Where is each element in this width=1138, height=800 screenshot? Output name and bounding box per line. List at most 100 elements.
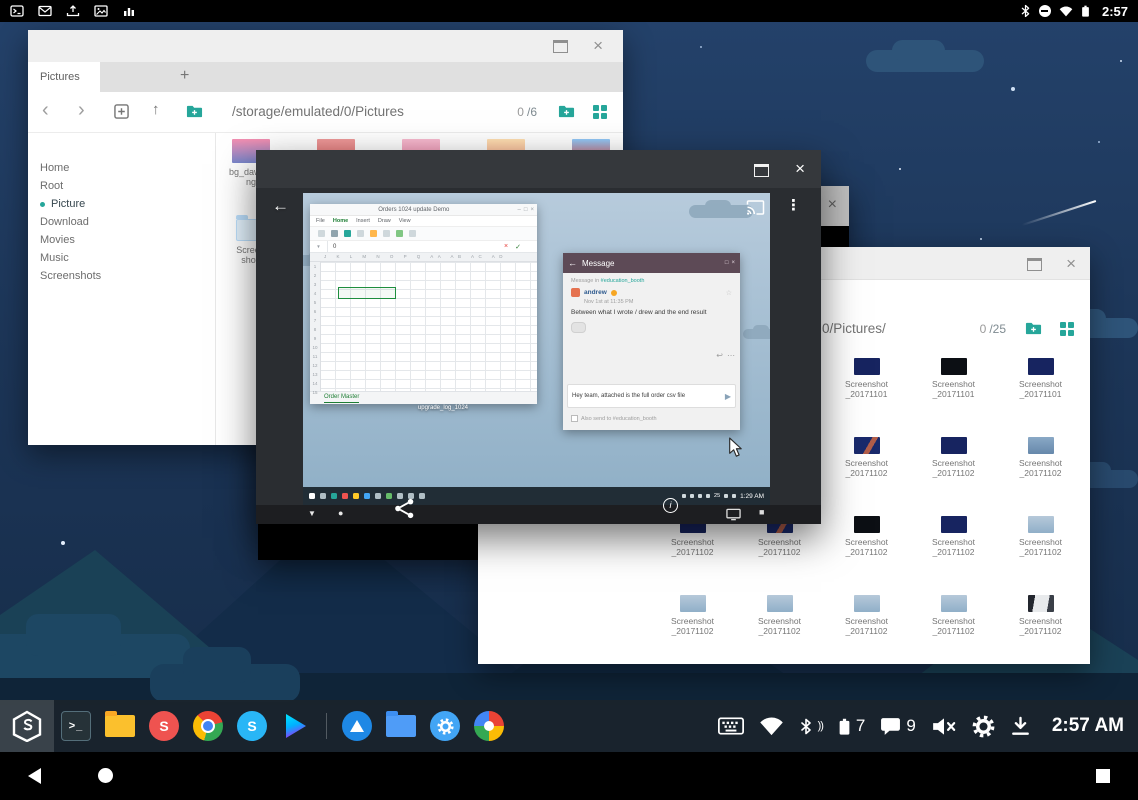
sidebar-item[interactable]: Root xyxy=(28,177,214,195)
file-thumbnail xyxy=(854,516,880,533)
menu-item[interactable]: Home xyxy=(333,218,348,224)
menu-item[interactable]: Draw xyxy=(378,218,391,224)
desktop: × × Pictures + ‹ › ↑ /storage/emulated/0… xyxy=(0,0,1138,800)
file-item-screenshot[interactable]: Screenshot _20171101 xyxy=(823,350,910,429)
battery-icon xyxy=(1081,4,1090,18)
grid-view-icon[interactable] xyxy=(1060,322,1074,336)
taskbar-clock[interactable]: 2:57 AM xyxy=(1052,715,1124,737)
file-item-screenshot[interactable]: Screenshot _20171101 xyxy=(910,350,997,429)
back-button[interactable]: ‹ xyxy=(42,99,49,122)
menu-item[interactable]: File xyxy=(316,218,325,224)
reaction-chip xyxy=(571,322,586,333)
file-item-screenshot[interactable]: Screenshot _20171102 xyxy=(997,587,1084,666)
close-button[interactable]: × xyxy=(828,196,837,214)
add-bookmark-icon[interactable] xyxy=(114,104,129,119)
file-item-screenshot[interactable]: Screenshot _20171102 xyxy=(997,429,1084,508)
app-red-circle[interactable]: S xyxy=(142,700,186,752)
path-display[interactable]: /storage/emulated/0/Pictures xyxy=(232,104,404,119)
tab-pictures[interactable]: Pictures xyxy=(28,62,100,92)
gear-icon[interactable] xyxy=(972,715,995,738)
new-folder-icon[interactable] xyxy=(558,104,575,119)
window-titlebar[interactable]: × xyxy=(28,30,623,63)
app-files-blue[interactable] xyxy=(379,700,423,752)
file-label: _20171101 xyxy=(997,389,1084,399)
sidebar-item[interactable]: Screenshots xyxy=(28,267,214,285)
sidebar-item[interactable]: Download xyxy=(28,213,214,231)
volume-muted-icon[interactable] xyxy=(931,717,957,736)
message-header: ← Message □× xyxy=(563,253,740,273)
cast-icon[interactable] xyxy=(746,200,765,215)
dot-icon[interactable]: ● xyxy=(338,508,343,518)
update-download-icon[interactable] xyxy=(1010,716,1031,737)
file-item-screenshot[interactable]: Screenshot _20171102 xyxy=(823,587,910,666)
close-button[interactable]: × xyxy=(795,160,805,177)
wifi-icon[interactable] xyxy=(759,717,784,736)
sender-row: andrew ☆ xyxy=(563,284,740,297)
cell-ref-box: ▼ xyxy=(310,241,328,252)
file-thumbnail xyxy=(941,595,967,612)
share-icon[interactable] xyxy=(394,498,415,519)
file-item-screenshot[interactable]: Screenshot _20171102 xyxy=(736,587,823,666)
file-thumbnail xyxy=(680,595,706,612)
file-item-screenshot[interactable]: Screenshot _20171102 xyxy=(997,508,1084,587)
info-icon[interactable]: i xyxy=(663,498,678,513)
file-item-screenshot[interactable]: Screenshot _20171102 xyxy=(910,508,997,587)
app-blue-circle[interactable] xyxy=(335,700,379,752)
hexagon-s-icon xyxy=(11,710,43,742)
file-item-screenshot[interactable]: Screenshot _20171102 xyxy=(823,429,910,508)
spreadsheet-menubar: File Home Insert Draw View xyxy=(310,216,537,227)
upload-icon xyxy=(66,4,80,18)
up-directory-button[interactable]: ↑ xyxy=(152,101,160,118)
close-button[interactable]: × xyxy=(1066,255,1076,272)
collapse-icon[interactable]: ▼ xyxy=(308,509,316,518)
window-titlebar[interactable]: × xyxy=(256,150,821,188)
file-label: Screenshot xyxy=(736,537,823,547)
app-hexagon-active[interactable] xyxy=(0,700,54,752)
notifications-status[interactable]: 9 xyxy=(880,716,915,736)
app-settings[interactable] xyxy=(423,700,467,752)
sidebar-item[interactable]: Picture xyxy=(28,195,214,213)
file-item-screenshot[interactable]: Screenshot _20171102 xyxy=(649,587,736,666)
square-icon[interactable]: ■ xyxy=(759,507,764,517)
sidebar-item[interactable]: Home xyxy=(28,159,214,177)
new-folder-icon[interactable] xyxy=(1025,321,1042,336)
new-folder-icon[interactable] xyxy=(186,104,203,119)
app-file-manager[interactable] xyxy=(98,700,142,752)
battery-status[interactable]: 7 xyxy=(838,716,865,737)
path-display[interactable]: 0/Pictures/ xyxy=(822,321,886,336)
settings-circle-icon xyxy=(430,711,460,741)
file-item-screenshot[interactable]: Screenshot _20171102 xyxy=(910,587,997,666)
display-icon[interactable] xyxy=(726,508,741,521)
message-window: ← Message □× Message in #education_booth… xyxy=(563,253,740,430)
file-item-screenshot[interactable]: Screenshot _20171101 xyxy=(997,350,1084,429)
forward-button[interactable]: › xyxy=(78,99,85,122)
app-skype[interactable]: S xyxy=(230,700,274,752)
sidebar-item[interactable]: Music xyxy=(28,249,214,267)
back-arrow[interactable]: ← xyxy=(272,196,289,216)
nav-home-button[interactable] xyxy=(98,768,113,783)
app-pinwheel[interactable] xyxy=(467,700,511,752)
app-chrome[interactable] xyxy=(186,700,230,752)
photo-content[interactable]: Orders 1024 update Demo –□× FileHomeInse… xyxy=(303,193,770,505)
keyboard-icon[interactable] xyxy=(718,717,744,735)
menu-item[interactable]: Insert xyxy=(356,218,370,224)
close-button[interactable]: × xyxy=(593,37,603,54)
app-play-store[interactable] xyxy=(274,700,318,752)
app-terminal[interactable]: >_ xyxy=(54,700,98,752)
image-icon xyxy=(94,4,108,18)
file-item-screenshot[interactable]: Screenshot _20171102 xyxy=(910,429,997,508)
menu-item[interactable]: View xyxy=(399,218,411,224)
overflow-menu-icon[interactable]: ⋮ xyxy=(786,196,801,214)
grid-view-icon[interactable] xyxy=(593,105,607,119)
new-tab-button[interactable]: + xyxy=(180,67,189,85)
nav-back-button[interactable] xyxy=(28,768,41,784)
file-item-screenshot[interactable]: Screenshot _20171102 xyxy=(823,508,910,587)
bluetooth-status[interactable]: )) xyxy=(799,718,823,735)
file-manager-toolbar: ‹ › ↑ /storage/emulated/0/Pictures 0/6 xyxy=(28,92,623,132)
sidebar-item[interactable]: Movies xyxy=(28,231,214,249)
nav-recents-button[interactable] xyxy=(1096,769,1110,783)
row-number: 13 xyxy=(310,370,320,379)
maximize-button[interactable] xyxy=(1027,258,1042,271)
maximize-button[interactable] xyxy=(754,164,769,177)
maximize-button[interactable] xyxy=(553,40,568,53)
